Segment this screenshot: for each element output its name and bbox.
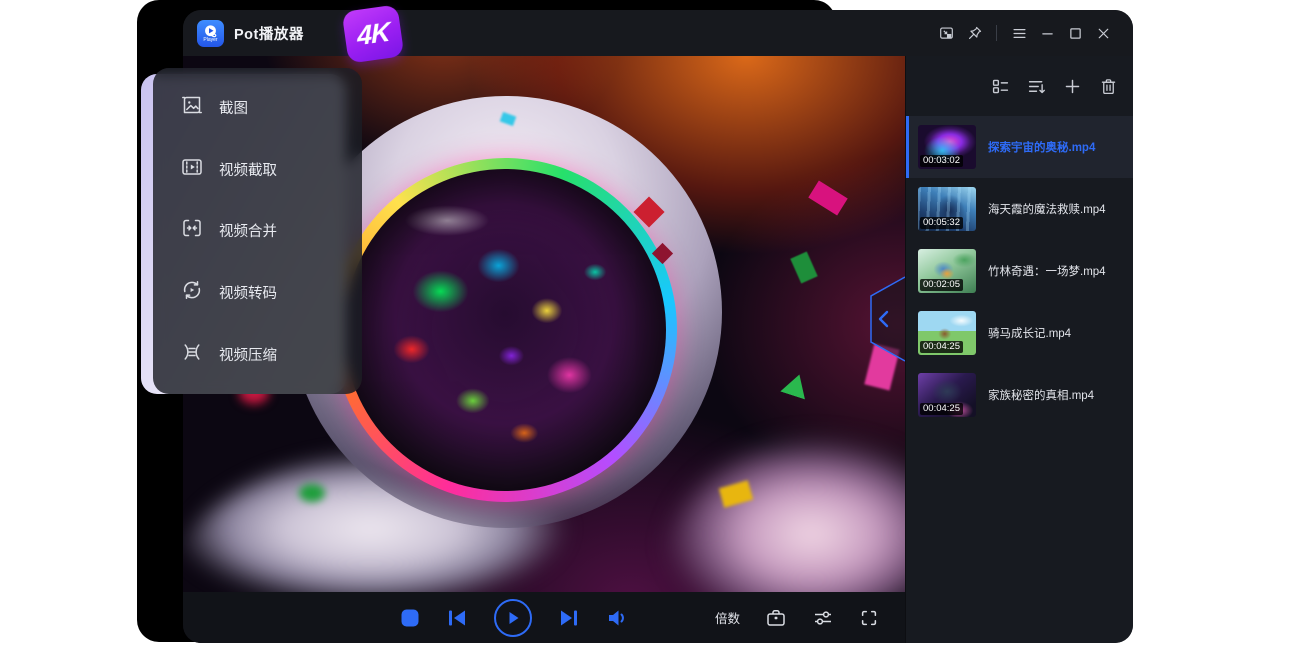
- stop-icon: [400, 608, 420, 628]
- next-icon: [558, 607, 580, 629]
- control-bar: 倍数: [183, 592, 905, 643]
- playlist-items: 00:03:02 探索宇宙的奥秘.mp4 00:05:32 海天霞的魔法救赎.m…: [906, 116, 1133, 643]
- playlist-item[interactable]: 00:04:25 骑马成长记.mp4: [906, 302, 1133, 364]
- minimize-button[interactable]: [1033, 19, 1061, 47]
- menu-item-label: 视频压缩: [219, 344, 277, 365]
- toolbox-icon: [765, 607, 787, 629]
- duration-badge: 00:04:25: [920, 341, 963, 353]
- volume-button[interactable]: [606, 607, 628, 629]
- menu-item-video-merge[interactable]: 视频合并: [153, 203, 362, 259]
- video-thumbnail: 00:02:05: [918, 249, 976, 293]
- app-logo-icon: Player: [197, 20, 224, 47]
- adjust-button[interactable]: [812, 607, 834, 629]
- play-icon: [505, 610, 521, 626]
- adjust-sliders-icon: [812, 607, 834, 629]
- video-title: 骑马成长记.mp4: [988, 325, 1071, 341]
- playlist-item[interactable]: 00:03:02 探索宇宙的奥秘.mp4: [906, 116, 1133, 178]
- tool-controls: 倍数: [715, 592, 905, 643]
- video-title: 家族秘密的真相.mp4: [988, 387, 1094, 403]
- view-toggle-icon: [991, 77, 1010, 96]
- titlebar: Player Pot播放器: [183, 10, 1133, 56]
- video-compress-icon: [180, 340, 204, 369]
- playlist-toolbar: [906, 56, 1133, 116]
- transport-controls: [400, 592, 628, 643]
- playlist-item[interactable]: 00:02:05 竹林奇遇：一场梦.mp4: [906, 240, 1133, 302]
- helmet-visor-art: [344, 169, 666, 491]
- video-trim-icon: [180, 155, 204, 184]
- view-toggle-button[interactable]: [990, 76, 1010, 96]
- menu-item-label: 视频合并: [219, 220, 277, 241]
- menu-list-button[interactable]: [1005, 19, 1033, 47]
- 4k-badge: 4K: [342, 4, 405, 63]
- video-title: 竹林奇遇：一场梦.mp4: [988, 263, 1106, 279]
- volume-icon: [606, 607, 628, 629]
- next-button[interactable]: [558, 607, 580, 629]
- stop-button[interactable]: [400, 608, 420, 628]
- quick-menu-panel: 截图 视频截取 视频合并: [153, 68, 362, 394]
- toolbox-button[interactable]: [765, 607, 787, 629]
- menu-item-video-compress[interactable]: 视频压缩: [153, 326, 362, 382]
- video-title: 海天霞的魔法救赎.mp4: [988, 201, 1106, 217]
- duration-badge: 00:03:02: [920, 155, 963, 167]
- titlebar-separator: [996, 25, 997, 41]
- play-button[interactable]: [494, 599, 532, 637]
- close-button[interactable]: [1089, 19, 1117, 47]
- video-thumbnail: 00:04:25: [918, 373, 976, 417]
- video-thumbnail: 00:04:25: [918, 311, 976, 355]
- close-icon: [1095, 25, 1112, 42]
- duration-badge: 00:05:32: [920, 217, 963, 229]
- fullscreen-button[interactable]: [859, 608, 879, 628]
- pin-button[interactable]: [960, 19, 988, 47]
- menu-item-video-trim[interactable]: 视频截取: [153, 141, 362, 197]
- menu-list-icon: [1011, 25, 1028, 42]
- pin-icon: [966, 25, 983, 42]
- playlist-pane: 00:03:02 探索宇宙的奥秘.mp4 00:05:32 海天霞的魔法救赎.m…: [905, 56, 1133, 643]
- menu-item-label: 视频转码: [219, 282, 277, 303]
- menu-item-video-transcode[interactable]: 视频转码: [153, 265, 362, 321]
- screenshot-icon: [180, 93, 204, 122]
- 4k-badge-label: 4K: [356, 16, 389, 52]
- playlist-collapse-toggle[interactable]: [857, 276, 905, 362]
- video-transcode-icon: [180, 278, 204, 307]
- add-button[interactable]: [1062, 76, 1082, 96]
- add-icon: [1063, 77, 1082, 96]
- video-thumbnail: 00:05:32: [918, 187, 976, 231]
- delete-trash-icon: [1099, 77, 1118, 96]
- duration-badge: 00:04:25: [920, 403, 963, 415]
- sort-button[interactable]: [1026, 76, 1046, 96]
- fullscreen-icon: [859, 608, 879, 628]
- mini-player-button[interactable]: [932, 19, 960, 47]
- menu-item-screenshot[interactable]: 截图: [153, 80, 362, 136]
- minimize-icon: [1039, 25, 1056, 42]
- playlist-item[interactable]: 00:05:32 海天霞的魔法救赎.mp4: [906, 178, 1133, 240]
- window-title: Pot播放器: [234, 23, 304, 44]
- maximize-icon: [1067, 25, 1084, 42]
- helmet-visor-ring-art: [333, 158, 677, 502]
- maximize-button[interactable]: [1061, 19, 1089, 47]
- previous-button[interactable]: [446, 607, 468, 629]
- mini-player-icon: [938, 25, 955, 42]
- menu-item-label: 视频截取: [219, 159, 277, 180]
- delete-button[interactable]: [1098, 76, 1118, 96]
- video-thumbnail: 00:03:02: [918, 125, 976, 169]
- video-merge-icon: [180, 216, 204, 245]
- speed-button[interactable]: 倍数: [715, 608, 740, 627]
- duration-badge: 00:02:05: [920, 279, 963, 291]
- video-title: 探索宇宙的奥秘.mp4: [988, 139, 1095, 155]
- previous-icon: [446, 607, 468, 629]
- menu-item-label: 截图: [219, 97, 248, 118]
- sort-icon: [1027, 77, 1046, 96]
- app-logo-caption: Player: [203, 38, 217, 43]
- screenshot-root: Player Pot播放器: [0, 0, 1300, 650]
- playlist-item[interactable]: 00:04:25 家族秘密的真相.mp4: [906, 364, 1133, 426]
